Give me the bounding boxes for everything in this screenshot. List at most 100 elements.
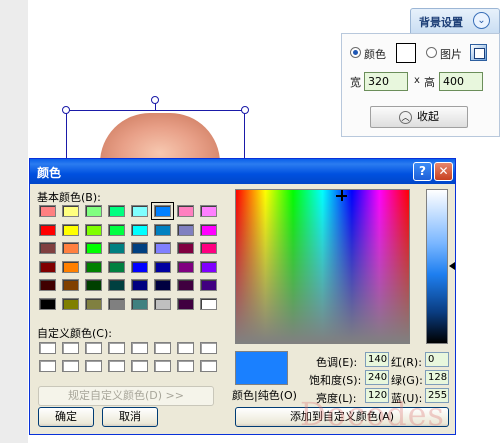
basic-color-swatch[interactable] [131,279,148,291]
basic-color-swatch[interactable] [85,297,102,310]
color-option-label: 颜色 [364,48,386,61]
basic-color-swatch[interactable] [154,297,171,310]
basic-color-swatch[interactable] [39,279,56,291]
spectrum-crosshair[interactable] [336,190,347,201]
luminance-arrow-icon[interactable] [449,262,455,270]
width-field[interactable] [364,72,408,91]
color-radio[interactable] [350,47,361,58]
help-button[interactable]: ? [413,162,432,181]
basic-color-swatch[interactable] [154,242,171,254]
basic-color-swatch[interactable] [108,205,125,217]
basic-color-swatch[interactable] [108,260,125,273]
custom-color-swatch[interactable] [62,360,79,372]
rotate-handle[interactable] [151,96,159,104]
basic-color-swatch[interactable] [108,279,125,291]
ok-button[interactable]: 确定 [38,407,94,427]
color-swatch[interactable] [396,43,416,63]
basic-color-swatch[interactable] [154,260,171,273]
basic-color-swatch[interactable] [39,205,56,217]
custom-color-swatch[interactable] [154,360,171,372]
custom-color-swatch[interactable] [154,342,171,354]
basic-color-swatch[interactable] [177,223,194,236]
basic-color-swatch[interactable] [131,205,148,217]
basic-color-swatch[interactable] [62,260,79,273]
basic-color-swatch[interactable] [154,279,171,291]
basic-color-swatch[interactable] [62,279,79,291]
custom-color-swatch[interactable] [108,342,125,354]
basic-color-swatch[interactable] [151,202,174,220]
cancel-button[interactable]: 取消 [102,407,158,427]
basic-color-swatch[interactable] [39,223,56,236]
basic-color-swatch[interactable] [85,223,102,236]
resize-handle-top-right[interactable] [241,106,249,114]
hue-label: 色调(E): [316,356,358,369]
custom-color-swatch[interactable] [200,360,217,372]
height-field[interactable] [439,72,483,91]
image-radio[interactable] [426,47,437,58]
basic-color-swatch[interactable] [39,297,56,310]
custom-color-swatch[interactable] [62,342,79,354]
basic-color-swatch[interactable] [131,242,148,254]
basic-color-swatch[interactable] [62,242,79,254]
custom-color-swatch[interactable] [85,342,102,354]
collapse-label: 收起 [417,110,439,123]
custom-color-swatch[interactable] [200,342,217,354]
dialog-titlebar[interactable]: 颜色 ? ✕ [30,159,455,184]
basic-color-swatch[interactable] [177,297,194,310]
basic-color-swatch[interactable] [200,297,217,310]
basic-color-swatch[interactable] [62,223,79,236]
dialog-title: 颜色 [37,166,62,180]
basic-color-swatch[interactable] [108,242,125,254]
basic-color-swatch[interactable] [131,297,148,310]
custom-color-swatch[interactable] [177,342,194,354]
custom-color-swatch[interactable] [39,360,56,372]
saturation-field[interactable]: 240 [365,370,389,385]
basic-color-swatch[interactable] [154,223,171,236]
basic-color-swatch[interactable] [200,279,217,291]
chevron-up-circle-icon: ︿ [399,110,412,124]
color-spectrum[interactable] [235,189,410,344]
basic-color-swatch[interactable] [200,223,217,236]
basic-color-swatch[interactable] [131,223,148,236]
custom-color-swatch[interactable] [177,360,194,372]
background-settings-tab[interactable]: 背景设置 ⌄ [410,8,500,34]
basic-color-swatch[interactable] [108,297,125,310]
basic-color-swatch[interactable] [39,260,56,273]
hue-field[interactable]: 140 [365,352,389,367]
basic-color-swatch[interactable] [85,205,102,217]
basic-color-swatch[interactable] [177,260,194,273]
define-custom-colors-button[interactable]: 规定自定义颜色(D) >> [38,386,214,406]
basic-color-swatch[interactable] [200,260,217,273]
collapse-button[interactable]: ︿ 收起 [370,106,468,128]
chevron-down-circle-icon[interactable]: ⌄ [473,12,490,29]
color-dialog: 颜色 ? ✕ 基本颜色(B): 自定义颜色(C): 规定自定义颜色(D) >> … [29,158,456,435]
image-option-label: 图片 [440,48,462,61]
basic-color-swatch[interactable] [62,205,79,217]
basic-color-swatch[interactable] [177,242,194,254]
red-field[interactable]: 0 [425,352,449,367]
custom-color-swatch[interactable] [39,342,56,354]
basic-color-swatch[interactable] [39,242,56,254]
custom-color-swatch[interactable] [131,342,148,354]
basic-color-swatch[interactable] [200,242,217,254]
custom-color-swatch[interactable] [108,360,125,372]
times-sign: x [414,75,420,86]
custom-color-swatch[interactable] [131,360,148,372]
basic-color-swatch[interactable] [85,279,102,291]
basic-color-swatch[interactable] [177,205,194,217]
basic-color-swatch[interactable] [177,279,194,291]
green-field[interactable]: 128 [425,370,449,385]
basic-color-swatch[interactable] [62,297,79,310]
basic-color-swatch[interactable] [108,223,125,236]
custom-color-swatch[interactable] [85,360,102,372]
green-label: 绿(G): [391,374,423,387]
close-button[interactable]: ✕ [434,162,453,181]
basic-color-swatch[interactable] [131,260,148,273]
image-picker-icon[interactable] [470,44,487,61]
basic-color-swatch[interactable] [200,205,217,217]
color-preview [235,351,288,385]
basic-color-swatch[interactable] [85,242,102,254]
luminance-slider[interactable] [426,189,448,344]
resize-handle-top-left[interactable] [62,106,70,114]
basic-color-swatch[interactable] [85,260,102,273]
